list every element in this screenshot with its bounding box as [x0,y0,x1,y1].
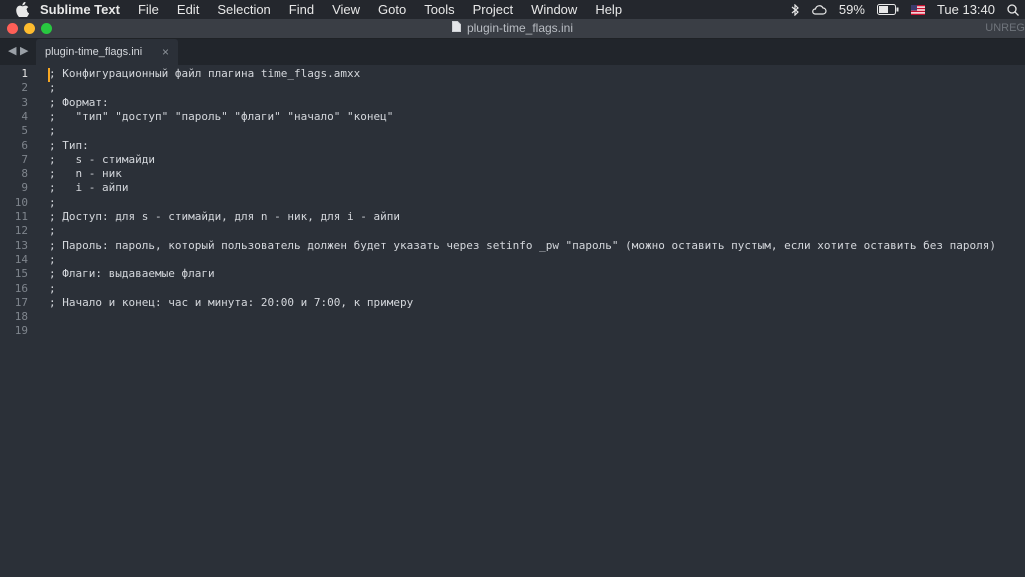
menu-bar: Sublime Text File Edit Selection Find Vi… [0,0,1025,19]
tab-label: plugin-time_flags.ini [45,46,143,58]
clock[interactable]: Tue 13:40 [931,0,1001,19]
line-number: 6 [21,138,28,152]
code-line[interactable]: ; [49,253,56,267]
line-number: 15 [14,267,28,281]
menu-find[interactable]: Find [280,0,323,19]
line-number: 9 [21,181,28,195]
line-number: 1 [21,67,28,80]
code-line[interactable]: ; [49,196,56,210]
menu-file[interactable]: File [129,0,168,19]
code-line[interactable]: ; n - ник [49,167,122,181]
close-tab-icon[interactable]: × [162,39,169,65]
menu-view[interactable]: View [323,0,369,19]
line-number: 5 [21,124,28,138]
battery-icon[interactable] [871,4,905,15]
code-line[interactable]: ; Флаги: выдаваемые флаги [49,267,215,281]
tab-forward-icon[interactable]: ▶ [20,44,28,57]
apple-icon[interactable] [12,0,32,19]
battery-percent[interactable]: 59% [833,0,871,19]
cloud-sync-icon[interactable] [805,4,833,15]
tab-plugin-time-flags[interactable]: plugin-time_flags.ini × [36,39,178,65]
code-line[interactable]: ; i - айпи [49,181,128,195]
line-number: 11 [14,210,28,223]
code-line[interactable]: ; Формат: [49,96,109,110]
code-editor[interactable]: 1 ; Конфигурационный файл плагина time_fl… [0,65,1025,577]
line-number: 2 [21,81,28,95]
code-line[interactable]: ; [49,224,56,238]
code-line[interactable]: ; Начало и конец: час и минута: 20:00 и … [49,296,413,310]
document-icon [451,19,461,38]
tab-back-icon[interactable]: ◀ [8,44,16,57]
line-number: 19 [14,324,28,338]
line-number: 8 [21,167,28,181]
menu-edit[interactable]: Edit [168,0,208,19]
line-number: 3 [21,95,28,109]
code-line[interactable]: ; [49,81,56,95]
line-number: 4 [21,109,28,123]
menu-selection[interactable]: Selection [208,0,279,19]
bluetooth-icon[interactable] [785,3,805,16]
menu-project[interactable]: Project [464,0,522,19]
line-number: 12 [14,224,28,238]
menu-goto[interactable]: Goto [369,0,415,19]
code-line[interactable]: ; Конфигурационный файл плагина time_fla… [49,67,360,81]
code-line[interactable]: ; Пароль: пароль, который пользователь д… [49,239,996,253]
code-line[interactable]: ; [49,282,56,296]
line-number: 13 [14,238,28,252]
menu-tools[interactable]: Tools [415,0,463,19]
code-line[interactable]: ; "тип" "доступ" "пароль" "флаги" "начал… [49,110,393,124]
code-line[interactable]: ; s - стимайди [49,153,155,167]
us-flag-icon[interactable] [905,4,931,15]
line-number: 14 [14,252,28,266]
unregistered-label: UNREG [985,22,1025,34]
app-name[interactable]: Sublime Text [32,0,129,19]
tab-bar: ◀ ▶ plugin-time_flags.ini × [0,39,1025,65]
window-title: plugin-time_flags.ini [0,19,1025,38]
menu-window[interactable]: Window [522,0,586,19]
line-number: 10 [14,195,28,209]
menu-help[interactable]: Help [586,0,631,19]
spotlight-icon[interactable] [1001,3,1025,16]
window-title-text: plugin-time_flags.ini [466,21,574,35]
line-number: 18 [14,310,28,324]
line-number: 7 [21,152,28,166]
code-line[interactable]: ; Тип: [49,139,89,153]
line-number: 16 [14,281,28,295]
code-line[interactable]: ; [49,124,56,138]
code-line[interactable]: ; Доступ: для s - стимайди, для n - ник,… [49,210,400,224]
window-titlebar: plugin-time_flags.ini UNREG [0,19,1025,39]
line-number: 17 [14,295,28,309]
